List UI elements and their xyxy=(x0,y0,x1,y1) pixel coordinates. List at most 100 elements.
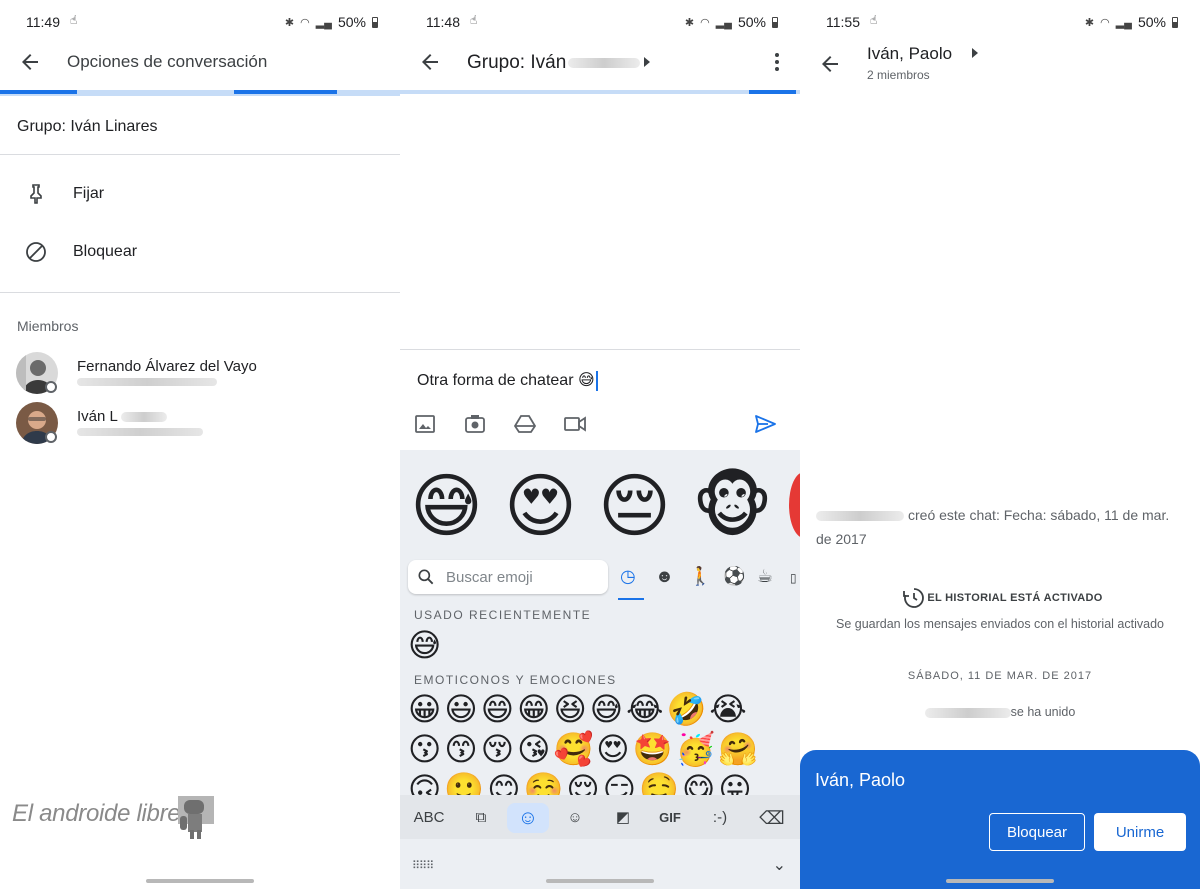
emoji-suggestion[interactable]: 😅 xyxy=(410,466,483,546)
emoji-category-tabs: ◷ ☻ 🚶 ⚽ ☕ ▯ xyxy=(618,566,800,596)
watermark-text: El androide libre xyxy=(12,800,181,827)
battery-percent: 50% xyxy=(337,14,366,30)
activities-category-icon[interactable]: ⚽ xyxy=(723,566,745,587)
chat-invite-screen: 11:55 ☝ ✱ ◠ ▂▄ 50% Iván, Paolo 2 miembro… xyxy=(800,0,1200,889)
member-count: 2 miembros xyxy=(867,68,930,82)
active-tab-indicator xyxy=(618,598,644,600)
video-call-icon[interactable] xyxy=(563,412,587,436)
block-icon xyxy=(26,242,46,262)
signal-icon: ▂▄ xyxy=(315,16,332,29)
home-indicator[interactable] xyxy=(946,879,1054,883)
app-bar: Grupo: Iván xyxy=(400,42,800,82)
search-placeholder: Buscar emoji xyxy=(446,569,533,586)
more-options-icon[interactable] xyxy=(774,52,780,72)
android-robot-logo xyxy=(178,796,214,839)
back-arrow-icon[interactable] xyxy=(418,50,442,74)
group-name: Grupo: Iván Linares xyxy=(17,118,158,135)
backspace-icon[interactable]: ⌫ xyxy=(754,803,790,833)
section-emotions-title: EMOTICONOS Y EMOCIONES xyxy=(414,673,617,687)
emoji-suggestion[interactable]: 😍 xyxy=(504,466,577,546)
option-block-label: Bloquear xyxy=(73,243,138,260)
status-time: 11:48 xyxy=(426,14,460,30)
search-icon xyxy=(418,569,434,585)
emoji-search-input[interactable]: Buscar emoji xyxy=(408,560,608,594)
block-button[interactable]: Bloquear xyxy=(989,813,1085,851)
home-indicator[interactable] xyxy=(146,879,254,883)
chat-created-message: creó este chat: Fecha: sábado, 11 de mar… xyxy=(816,507,1170,547)
loading-progress-bar xyxy=(400,90,800,94)
status-time: 11:55 xyxy=(826,14,860,30)
status-bar: 11:55 ☝ ✱ ◠ ▂▄ 50% xyxy=(800,12,1200,32)
chat-info-arrow-icon[interactable] xyxy=(972,48,978,58)
invite-title: Iván, Paolo xyxy=(815,770,906,790)
back-arrow-icon[interactable] xyxy=(18,50,42,74)
divider xyxy=(0,292,400,293)
presence-indicator xyxy=(45,431,57,443)
date-separator: SÁBADO, 11 DE MAR. DE 2017 xyxy=(907,670,1093,682)
members-section-title: Miembros xyxy=(17,318,79,334)
emoji-suggestion[interactable]: 🐵 xyxy=(692,466,773,546)
history-status-description: Se guardan los mensajes enviados con el … xyxy=(836,617,1164,631)
chat-title[interactable]: Grupo: Iván xyxy=(467,52,641,74)
recent-category-icon[interactable]: ◷ xyxy=(620,566,636,587)
touch-icon: ☝ xyxy=(70,13,78,27)
bluetooth-icon: ✱ xyxy=(684,16,695,29)
send-icon[interactable] xyxy=(753,412,777,436)
emoji-key-icon[interactable]: ☺ xyxy=(507,803,549,833)
app-bar: Opciones de conversación xyxy=(0,42,400,82)
join-button[interactable]: Unirme xyxy=(1094,813,1186,851)
battery-icon xyxy=(372,16,378,28)
conversation-options-screen: 11:49 ☝ ✱ ◠ ▂▄ 50% Opciones de conversac… xyxy=(0,0,400,889)
wifi-icon: ◠ xyxy=(700,16,710,29)
drive-icon[interactable] xyxy=(513,412,537,436)
status-time: 11:49 xyxy=(26,14,60,30)
image-icon[interactable] xyxy=(413,412,437,436)
more-category-icon[interactable]: ▯ xyxy=(790,571,797,585)
option-pin-label: Fijar xyxy=(73,185,105,202)
gif-key[interactable]: GIF xyxy=(652,803,688,833)
smileys-category-icon[interactable]: ☻ xyxy=(655,566,674,587)
battery-icon xyxy=(1172,16,1178,28)
invite-card: Iván, Paolo Bloquear Unirme xyxy=(800,750,1200,889)
sticker-icon[interactable]: ◩ xyxy=(606,803,640,833)
keyboard-bottom-bar: ABC ⧉ ☺ ☺ ◩ GIF :-) ⌫ xyxy=(400,795,800,839)
home-indicator[interactable] xyxy=(546,879,654,883)
touch-icon: ☝ xyxy=(870,13,878,27)
pin-icon xyxy=(30,184,42,204)
divider xyxy=(0,154,400,155)
emoji-grid-row[interactable]: 😗😙😚😘🥰😍🤩🥳🤗 xyxy=(408,730,761,768)
loading-progress-bar xyxy=(0,90,400,96)
member-name: Iván L xyxy=(77,408,168,425)
history-status-title: EL HISTORIAL ESTÁ ACTIVADO xyxy=(927,592,1103,604)
option-pin[interactable]: Fijar xyxy=(0,172,400,216)
emoji-suggestion[interactable]: 😔 xyxy=(598,466,671,546)
sticker-search-icon[interactable]: ⧉ xyxy=(464,803,498,833)
bluetooth-icon: ✱ xyxy=(1084,16,1095,29)
signal-icon: ▂▄ xyxy=(1115,16,1132,29)
chat-title[interactable]: Iván, Paolo xyxy=(867,44,952,64)
emoji-grid-row[interactable]: 😀😃😄😁😆😅😂🤣😭 xyxy=(408,690,750,728)
recent-emoji-row[interactable]: 😅 xyxy=(408,626,444,664)
hide-keyboard-icon[interactable]: ⌄ xyxy=(773,855,786,875)
chat-info-arrow-icon[interactable] xyxy=(644,57,650,67)
divider xyxy=(400,349,800,350)
bitmoji-icon[interactable]: ☺ xyxy=(558,803,592,833)
back-arrow-icon[interactable] xyxy=(818,52,842,76)
presence-indicator xyxy=(45,381,57,393)
emoticon-key[interactable]: :-) xyxy=(702,803,738,833)
abc-key[interactable]: ABC xyxy=(408,803,450,833)
member-row[interactable]: Fernando Álvarez del Vayo xyxy=(0,352,400,398)
section-recent-title: USADO RECIENTEMENTE xyxy=(414,608,592,622)
keyboard-switch-icon[interactable]: ⠿⠿⠿ xyxy=(412,859,434,872)
people-category-icon[interactable]: 🚶 xyxy=(689,566,711,587)
status-bar: 11:49 ☝ ✱ ◠ ▂▄ 50% xyxy=(0,12,400,32)
food-category-icon[interactable]: ☕ xyxy=(757,566,773,587)
option-block[interactable]: Bloquear xyxy=(0,230,400,274)
touch-icon: ☝ xyxy=(470,13,478,27)
message-input[interactable]: Otra forma de chatear 😅 xyxy=(417,370,598,391)
signal-icon: ▂▄ xyxy=(715,16,732,29)
member-row[interactable]: Iván L xyxy=(0,402,400,448)
battery-percent: 50% xyxy=(737,14,766,30)
emoji-grid-row[interactable]: 🙃🙂😊☺️😌😏🤤😋😛 xyxy=(408,770,755,795)
camera-icon[interactable] xyxy=(463,412,487,436)
